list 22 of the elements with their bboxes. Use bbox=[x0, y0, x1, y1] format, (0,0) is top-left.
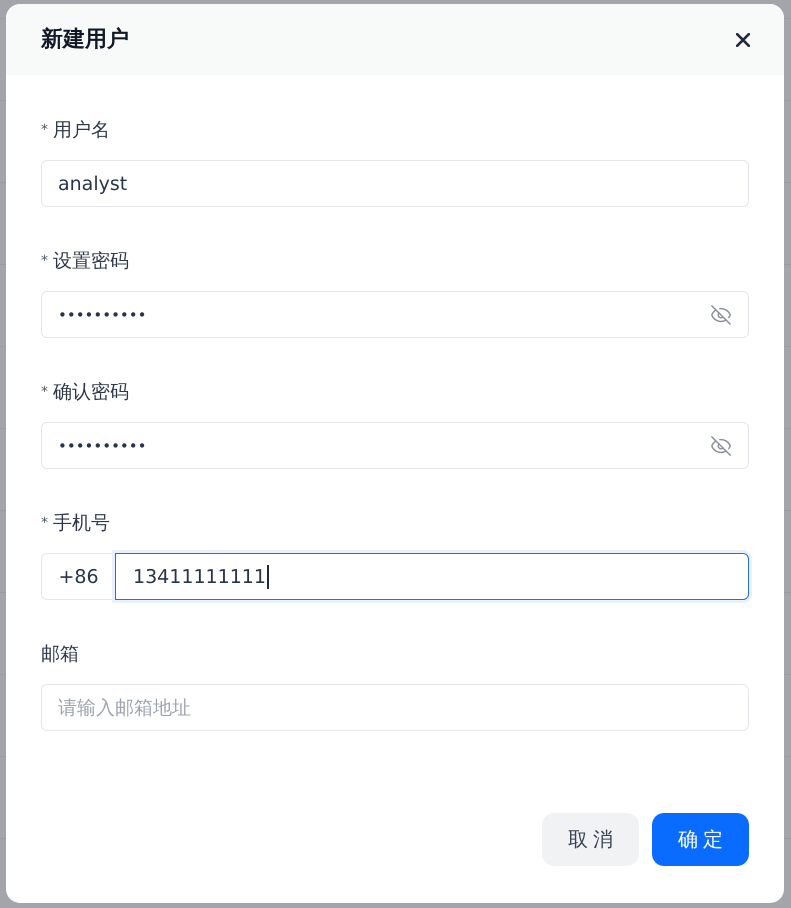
close-icon bbox=[736, 32, 750, 46]
dialog-title: 新建用户 bbox=[41, 26, 129, 54]
required-mark: * bbox=[41, 123, 48, 137]
password-input[interactable]: •••••••••• bbox=[41, 291, 749, 338]
required-mark: * bbox=[41, 385, 48, 399]
phone-input[interactable]: 13411111111 bbox=[115, 553, 749, 600]
eye-off-icon[interactable] bbox=[710, 434, 732, 456]
field-label: 用户名 bbox=[53, 118, 110, 142]
required-mark: * bbox=[41, 516, 48, 530]
eye-off-icon[interactable] bbox=[710, 304, 732, 326]
text-input[interactable]: 请输入邮箱地址 bbox=[41, 684, 749, 731]
confirm-button[interactable]: 确定 bbox=[652, 813, 749, 866]
field-label: 设置密码 bbox=[53, 249, 129, 273]
cancel-button[interactable]: 取消 bbox=[542, 813, 639, 866]
text-input[interactable]: analyst bbox=[41, 160, 749, 207]
field-label: 邮箱 bbox=[41, 642, 79, 666]
field-label: 手机号 bbox=[53, 511, 110, 535]
password-input[interactable]: •••••••••• bbox=[41, 422, 749, 469]
close-button[interactable] bbox=[736, 32, 750, 46]
field-label: 确认密码 bbox=[53, 380, 129, 404]
text-cursor bbox=[266, 564, 269, 588]
required-mark: * bbox=[41, 254, 48, 268]
